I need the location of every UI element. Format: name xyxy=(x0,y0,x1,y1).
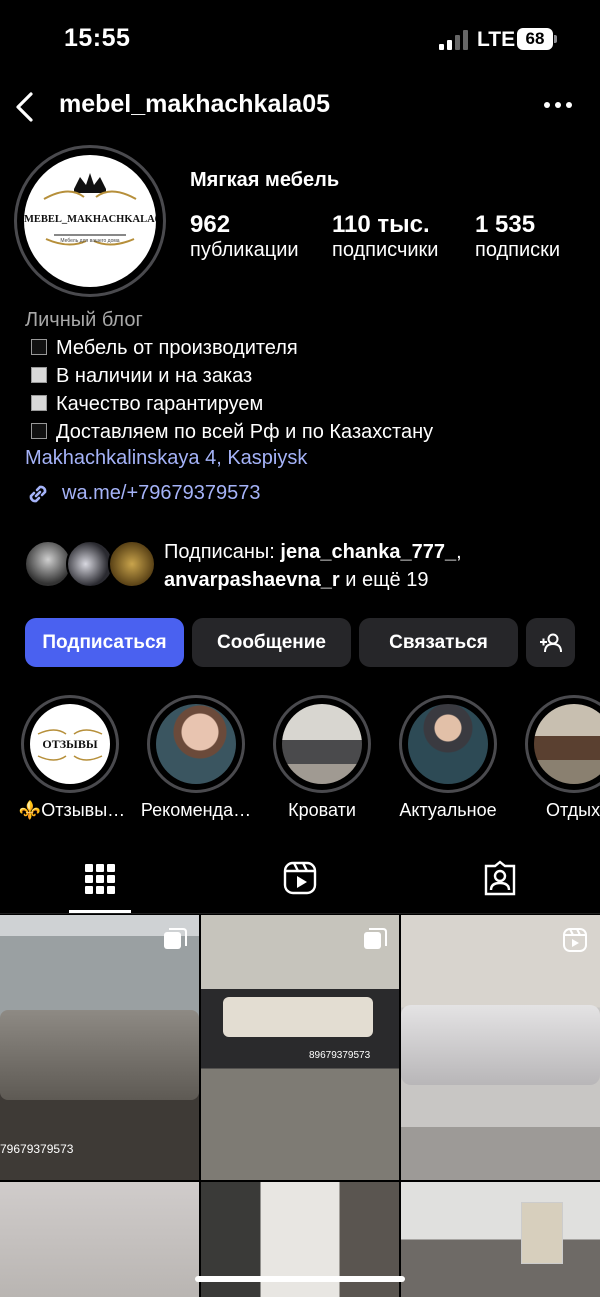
grid-post[interactable] xyxy=(0,1182,199,1297)
highlight-label: Рекоменда… xyxy=(140,800,252,820)
carousel-icon xyxy=(364,928,387,949)
display-name: Мягкая мебель xyxy=(190,169,340,191)
posts-stat[interactable]: 962 публикации xyxy=(190,211,299,262)
avatar[interactable]: MEBEL_MAKHACHKALA05 Мебель для вашего до… xyxy=(24,155,156,287)
followed-by-prefix: Подписаны: xyxy=(164,541,281,563)
tab-divider xyxy=(0,913,600,914)
highlight-label: Актуальное xyxy=(399,800,497,820)
followed-by-user[interactable]: jena_chanka_777_ xyxy=(280,541,456,563)
reel-icon xyxy=(563,928,587,952)
post-phone-text: 89679379573 xyxy=(309,1050,371,1061)
bio-line: Качество гарантируем xyxy=(31,393,263,416)
posts-label: публикации xyxy=(190,239,299,261)
battery-icon: 68 xyxy=(517,28,553,50)
profile-category: Личный блог xyxy=(25,309,143,331)
follower-avatar xyxy=(24,540,72,588)
network-label: LTE xyxy=(477,28,516,51)
status-time: 15:55 xyxy=(64,24,131,52)
highlight-cover: ОТЗЫВЫ xyxy=(30,704,110,784)
follower-avatar xyxy=(66,540,114,588)
more-options-icon[interactable] xyxy=(543,100,573,110)
bio-line: Мебель от производителя xyxy=(31,337,298,360)
highlight-cover xyxy=(408,704,488,784)
followed-by-text[interactable]: Подписаны: jena_chanka_777_, anvarpashae… xyxy=(164,538,462,594)
bio-line: Доставляем по всей Рф и по Казахстану xyxy=(31,421,433,444)
battery-tip xyxy=(554,35,557,43)
grid-post[interactable] xyxy=(401,1182,600,1297)
follower-avatar xyxy=(108,540,156,588)
website-link[interactable]: wa.me/+79679379573 xyxy=(62,482,261,505)
followed-by-separator: , xyxy=(456,541,462,563)
post-phone-text: 79679379573 xyxy=(0,1142,74,1156)
carousel-icon xyxy=(164,928,187,949)
reels-tab-icon[interactable] xyxy=(283,860,317,898)
link-icon xyxy=(29,485,47,503)
highlight-cover xyxy=(282,704,362,784)
back-arrow-icon[interactable] xyxy=(12,90,42,124)
home-indicator xyxy=(195,1276,405,1282)
following-count: 1 535 xyxy=(475,211,536,238)
suggest-users-button[interactable] xyxy=(526,618,575,667)
black-square-icon xyxy=(31,423,47,439)
tagged-tab-icon[interactable] xyxy=(483,860,517,898)
message-button[interactable]: Сообщение xyxy=(192,618,351,667)
grid-post[interactable] xyxy=(401,915,600,1180)
bio-line: В наличии и на заказ xyxy=(31,365,252,388)
black-square-icon xyxy=(31,339,47,355)
highlight-label: Отдых xyxy=(546,800,600,820)
avatar-brand-text: MEBEL_MAKHACHKALA05 xyxy=(24,214,156,225)
location-link[interactable]: Makhachkalinskaya 4, Kaspiysk xyxy=(25,447,307,470)
signal-icon xyxy=(439,30,469,50)
profile-username: mebel_makhachkala05 xyxy=(59,90,331,118)
followers-stat[interactable]: 110 тыс. подписчики xyxy=(332,211,438,262)
grid-post[interactable]: 89679379573 xyxy=(201,915,399,1180)
white-square-icon xyxy=(31,395,47,411)
avatar-brand-subtext: Мебель для вашего дома xyxy=(60,238,120,244)
followed-by-user[interactable]: anvarpashaevna_r xyxy=(164,569,340,591)
grid-post[interactable]: 79679379573 xyxy=(0,915,199,1180)
ornament-icon xyxy=(37,729,103,761)
following-label: подписки xyxy=(475,239,561,261)
wall-art-image xyxy=(521,1202,563,1264)
sofa-image xyxy=(0,1010,199,1100)
highlight-cover xyxy=(156,704,236,784)
followers-count: 110 тыс. xyxy=(332,211,430,238)
grid-tab-icon[interactable] xyxy=(83,860,117,898)
follow-button[interactable]: Подписаться xyxy=(25,618,184,667)
sofa-image xyxy=(223,997,373,1037)
highlight-label: Кровати xyxy=(288,800,356,820)
contact-button[interactable]: Связаться xyxy=(359,618,518,667)
add-person-icon xyxy=(539,633,562,652)
followed-by-suffix: и ещё 19 xyxy=(339,569,429,591)
highlight-label: ⚜️Отзывы… xyxy=(18,800,126,820)
following-stat[interactable]: 1 535 подписки xyxy=(475,211,560,262)
followers-label: подписчики xyxy=(332,239,439,261)
sofa-image xyxy=(401,1005,600,1085)
posts-count: 962 xyxy=(190,211,231,238)
white-square-icon xyxy=(31,367,47,383)
